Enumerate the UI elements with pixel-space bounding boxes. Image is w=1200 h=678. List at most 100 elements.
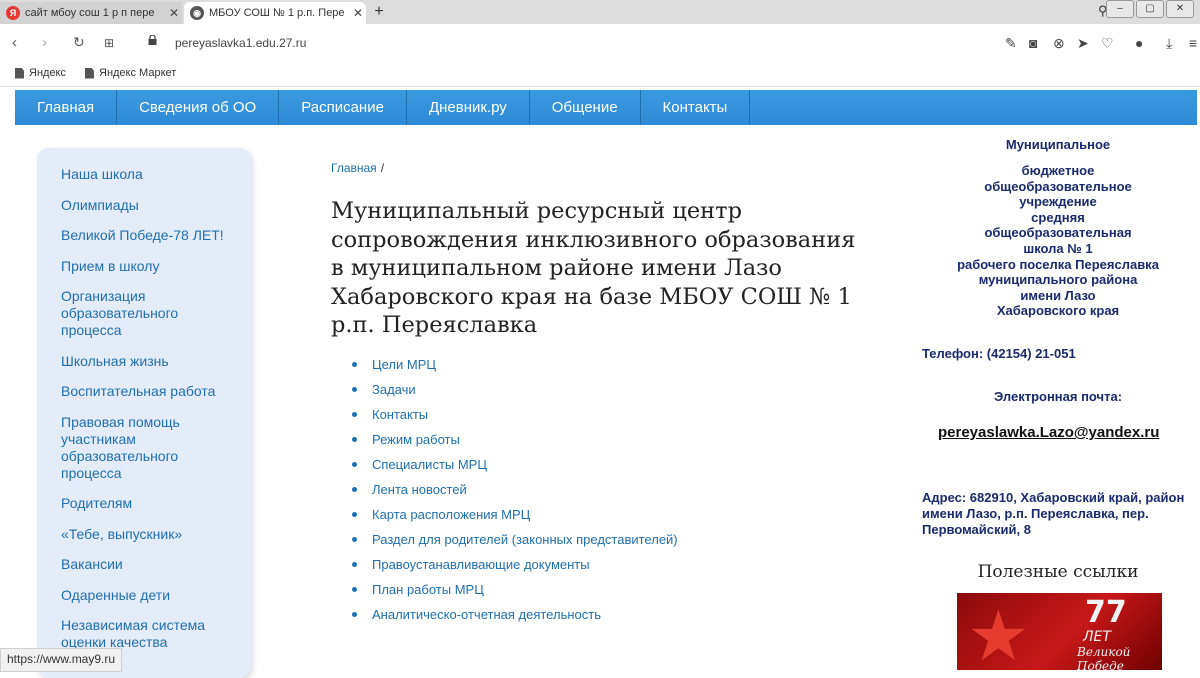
useful-links-heading: Полезные ссылки	[977, 562, 1139, 582]
list-item[interactable]: План работы МРЦ	[352, 577, 678, 602]
list-item[interactable]: Аналитическо-отчетная деятельность	[352, 602, 678, 627]
list-item[interactable]: Раздел для родителей (законных представи…	[352, 527, 678, 552]
bullet	[352, 437, 357, 442]
breadcrumb: Главная /	[331, 161, 384, 175]
banner-number: 77	[1085, 595, 1127, 630]
banner-sub: ЛЕТ	[1083, 629, 1111, 645]
reload-icon[interactable]: ↻	[73, 34, 85, 51]
bullet	[352, 587, 357, 592]
globe-icon: ◉	[190, 6, 204, 20]
link-label[interactable]: Цели МРЦ	[372, 357, 436, 372]
forward-icon[interactable]: ›	[42, 34, 47, 51]
lock-icon	[148, 35, 157, 45]
link-label[interactable]: Аналитическо-отчетная деятельность	[372, 607, 601, 622]
bullet	[352, 412, 357, 417]
org-details: бюджетное общеобразовательное учреждение…	[918, 163, 1198, 319]
bookmark-label: Яндекс	[29, 67, 66, 79]
sidebar-item-victory[interactable]: Великой Победе-78 ЛЕТ!	[61, 227, 241, 244]
close-window-icon[interactable]: ✕	[1166, 0, 1194, 18]
menu-icon[interactable]: ≡	[1189, 35, 1197, 51]
sidebar-item-upbringing[interactable]: Воспитательная работа	[61, 383, 241, 400]
heart-icon[interactable]: ♡	[1101, 35, 1114, 52]
org-line: общеобразовательное	[984, 178, 1132, 194]
tab-search[interactable]: Я сайт мбоу сош 1 р п пере ✕	[0, 2, 182, 24]
banner-sub2: Великой Победе	[1077, 645, 1131, 670]
camera-icon[interactable]: ◙	[1029, 35, 1037, 51]
email-link[interactable]: pereyaslawka.Lazo@yandex.ru	[938, 424, 1159, 441]
org-line: Хабаровского края	[996, 303, 1120, 319]
breadcrumb-home[interactable]: Главная	[331, 161, 377, 175]
page-title: Муниципальный ресурсный центр сопровожде…	[331, 198, 856, 338]
nav-home[interactable]: Главная	[15, 90, 118, 125]
close-icon[interactable]: ✕	[350, 6, 366, 20]
minimize-icon[interactable]: –	[1106, 0, 1134, 18]
link-label[interactable]: План работы МРЦ	[372, 582, 484, 597]
address-info: Адрес: 682910, Хабаровский край, район и…	[922, 490, 1185, 537]
org-line: общеобразовательная	[984, 225, 1132, 241]
list-item[interactable]: Задачи	[352, 377, 678, 402]
nav-diary[interactable]: Дневник.ру	[407, 90, 530, 125]
grid-icon[interactable]: ⊞	[104, 36, 114, 50]
link-label[interactable]: Задачи	[372, 382, 416, 397]
list-item[interactable]: Карта расположения МРЦ	[352, 502, 678, 527]
bullet	[352, 612, 357, 617]
link-label[interactable]: Лента новостей	[372, 482, 467, 497]
avatar[interactable]: ●	[1135, 35, 1143, 51]
list-item[interactable]: Цели МРЦ	[352, 352, 678, 377]
star-icon: ★	[967, 597, 1030, 670]
sidebar-item-admission[interactable]: Прием в школу	[61, 258, 241, 275]
bullet	[352, 487, 357, 492]
list-item[interactable]: Лента новостей	[352, 477, 678, 502]
link-label[interactable]: Режим работы	[372, 432, 460, 447]
url-field[interactable]: pereyaslavka1.edu.27.ru	[175, 36, 306, 50]
org-line: имени Лазо	[1020, 287, 1096, 303]
maximize-icon[interactable]: ▢	[1136, 0, 1164, 18]
back-icon[interactable]: ‹	[12, 34, 17, 51]
link-label[interactable]: Правоустанавливающие документы	[372, 557, 590, 572]
org-line: Муниципальное	[1005, 137, 1111, 152]
bullet	[352, 562, 357, 567]
sidebar-item-parents[interactable]: Родителям	[61, 495, 241, 512]
link-label[interactable]: Контакты	[372, 407, 428, 422]
sidebar-item-edu-process[interactable]: Организация образовательного процесса	[61, 288, 241, 339]
sidebar-item-quality[interactable]: Независимая система оценки качества	[61, 617, 241, 651]
block-icon[interactable]: ⊗	[1053, 35, 1065, 52]
edit-icon[interactable]: ✎	[1005, 35, 1017, 52]
tab-title: сайт мбоу сош 1 р п пере	[25, 7, 155, 19]
sidebar-item-gifted[interactable]: Одаренные дети	[61, 587, 241, 604]
org-line: учреждение	[1019, 194, 1097, 210]
nav-communication[interactable]: Общение	[530, 90, 641, 125]
link-label[interactable]: Карта расположения МРЦ	[372, 507, 530, 522]
sidebar-item-our-school[interactable]: Наша школа	[61, 166, 241, 183]
sidebar-item-graduate[interactable]: «Тебе, выпускник»	[61, 526, 241, 543]
sidebar-item-olympiads[interactable]: Олимпиады	[61, 197, 241, 214]
bookmarks-bar: Яндекс Яндекс Маркет	[0, 62, 1200, 87]
download-icon[interactable]: ⤓	[1166, 35, 1172, 52]
window-controls: – ▢ ✕	[1106, 0, 1194, 18]
sidebar-item-school-life[interactable]: Школьная жизнь	[61, 353, 241, 370]
nav-info[interactable]: Сведения об ОО	[117, 90, 280, 125]
send-icon[interactable]: ➤	[1077, 35, 1089, 52]
link-label[interactable]: Специалисты МРЦ	[372, 457, 487, 472]
bullet	[352, 537, 357, 542]
nav-schedule[interactable]: Расписание	[279, 90, 407, 125]
list-item[interactable]: Режим работы	[352, 427, 678, 452]
org-line: школа № 1	[1023, 240, 1093, 256]
list-item[interactable]: Правоустанавливающие документы	[352, 552, 678, 577]
nav-contacts[interactable]: Контакты	[641, 90, 751, 125]
main-nav: Главная Сведения об ОО Расписание Дневни…	[15, 90, 1197, 125]
new-tab-icon[interactable]: +	[370, 2, 388, 22]
bookmark-yandex[interactable]: Яндекс	[15, 67, 66, 79]
link-label[interactable]: Раздел для родителей (законных представи…	[372, 532, 678, 547]
sidebar-item-vacancies[interactable]: Вакансии	[61, 556, 241, 573]
org-line: бюджетное	[1021, 163, 1095, 178]
list-item[interactable]: Контакты	[352, 402, 678, 427]
breadcrumb-separator: /	[380, 161, 385, 175]
victory-banner[interactable]: ★ 77 ЛЕТ Великой Победе	[957, 593, 1162, 670]
sidebar-item-legal-help[interactable]: Правовая помощь участникам образовательн…	[61, 414, 241, 482]
address-bar: ‹ › ↻ ⊞ pereyaslavka1.edu.27.ru ✎ ◙ ⊗ ➤ …	[0, 24, 1200, 63]
close-icon[interactable]: ✕	[166, 6, 182, 20]
tab-school-site[interactable]: ◉ МБОУ СОШ № 1 р.п. Пере ✕	[184, 2, 366, 24]
bookmark-yandex-market[interactable]: Яндекс Маркет	[85, 67, 176, 79]
list-item[interactable]: Специалисты МРЦ	[352, 452, 678, 477]
